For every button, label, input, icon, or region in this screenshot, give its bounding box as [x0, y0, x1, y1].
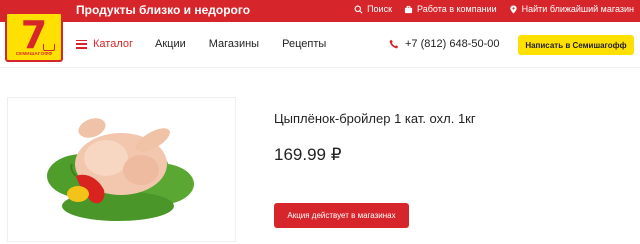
promo-in-stores-button[interactable]: Акция действует в магазинах	[274, 203, 409, 228]
chicken-thigh	[123, 155, 159, 185]
logo[interactable]: 7 СЕМИШАГОФФ	[5, 12, 63, 62]
nav-catalog-label: Каталог	[93, 38, 133, 50]
cart-icon	[43, 44, 55, 51]
find-store-link-label: Найти ближайший магазин	[521, 4, 634, 14]
product-price: 169.99 ₽	[274, 145, 342, 164]
briefcase-icon	[404, 5, 413, 13]
main-nav: Каталог Акции Магазины Рецепты	[76, 38, 349, 50]
jobs-link-label: Работа в компании	[417, 4, 497, 14]
map-pin-icon	[509, 4, 517, 14]
yellow-pepper	[67, 186, 89, 202]
top-bar: Продукты близко и недорого Поиск Работа …	[0, 0, 640, 22]
chicken-breast	[84, 140, 128, 176]
search-link-label: Поиск	[367, 4, 393, 14]
logo-text: СЕМИШАГОФФ	[15, 51, 53, 56]
tagline: Продукты близко и недорого	[76, 3, 251, 17]
phone-link[interactable]: +7 (812) 648-50-00	[389, 38, 499, 50]
write-to-us-button[interactable]: Написать в Семишагофф	[518, 35, 634, 55]
menu-icon	[76, 39, 87, 49]
product-image	[7, 97, 236, 242]
phone-number: +7 (812) 648-50-00	[405, 38, 500, 50]
product-title: Цыплёнок-бройлер 1 кат. охл. 1кг	[274, 111, 476, 126]
nav-catalog[interactable]: Каталог	[76, 38, 133, 50]
search-icon	[354, 5, 363, 13]
nav-item-promotions[interactable]: Акции	[155, 38, 186, 50]
nav-item-recipes[interactable]: Рецепты	[282, 38, 326, 50]
top-links: Поиск Работа в компании Найти ближайший …	[354, 4, 634, 14]
find-store-link[interactable]: Найти ближайший магазин	[509, 4, 634, 14]
main-navbar: Каталог Акции Магазины Рецепты +7 (812) …	[0, 22, 640, 68]
jobs-link[interactable]: Работа в компании	[404, 4, 497, 14]
search-link[interactable]: Поиск	[354, 4, 392, 14]
nav-item-stores[interactable]: Магазины	[209, 38, 259, 50]
phone-icon	[389, 39, 399, 49]
